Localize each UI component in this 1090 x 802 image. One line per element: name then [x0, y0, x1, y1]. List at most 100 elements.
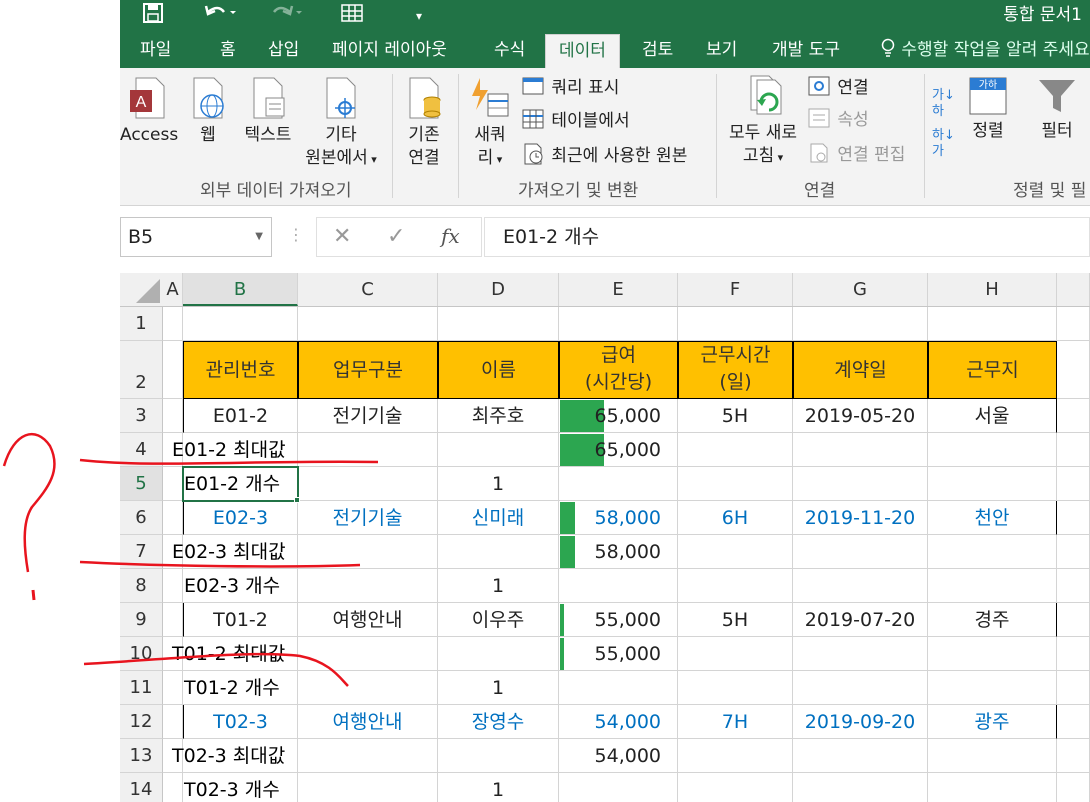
drag-handle-icon[interactable]: ⋮ — [288, 225, 304, 244]
grid-cell[interactable] — [438, 637, 559, 671]
tab-page-layout[interactable]: 페이지 레이아웃 — [330, 34, 449, 68]
cell-d9[interactable]: 이우주 — [438, 603, 559, 637]
grid-cell[interactable] — [183, 307, 298, 341]
tab-review[interactable]: 검토 — [640, 34, 675, 68]
cell-b11[interactable]: T01-2 개수 — [183, 671, 280, 705]
column-header-i[interactable] — [1057, 273, 1090, 306]
grid-cell[interactable] — [793, 569, 928, 603]
cell-f12[interactable]: 7H — [678, 705, 793, 739]
undo-icon[interactable] — [204, 2, 238, 32]
existing-connections-button[interactable]: 기존 연결 — [398, 76, 450, 170]
grid-cell[interactable] — [1057, 535, 1090, 569]
column-header-d[interactable]: D — [438, 273, 559, 306]
column-header-g[interactable]: G — [793, 273, 928, 306]
cell-g6[interactable]: 2019-11-20 — [793, 501, 928, 535]
grid-cell[interactable] — [559, 307, 678, 341]
cell-d8[interactable]: 1 — [438, 569, 559, 603]
grid-cell[interactable] — [163, 569, 183, 603]
show-queries-button[interactable]: 쿼리 표시 — [522, 76, 619, 100]
access-button[interactable]: A Access — [120, 76, 178, 147]
cell-b9[interactable]: T01-2 — [183, 603, 298, 637]
cancel-icon[interactable]: ✕ — [333, 224, 351, 249]
web-button[interactable]: 웹 — [186, 76, 230, 147]
grid-cell[interactable] — [678, 433, 793, 467]
fill-handle[interactable] — [294, 497, 300, 503]
column-header-a[interactable]: A — [163, 273, 183, 306]
column-header-b[interactable]: B — [183, 273, 298, 306]
grid-cell[interactable] — [678, 637, 793, 671]
grid-cell[interactable] — [928, 535, 1057, 569]
grid-cell[interactable] — [678, 307, 793, 341]
grid-cell[interactable] — [678, 569, 793, 603]
enter-check-icon[interactable]: ✓ — [387, 224, 405, 249]
row-header-7[interactable]: 7 — [120, 535, 163, 569]
grid-cell[interactable] — [438, 307, 559, 341]
grid-cell[interactable] — [298, 671, 438, 705]
grid-cell[interactable] — [928, 637, 1057, 671]
grid-cell[interactable] — [1057, 603, 1090, 637]
grid-cell[interactable] — [163, 501, 183, 535]
tab-insert[interactable]: 삽입 — [266, 34, 301, 68]
grid-cell[interactable] — [163, 705, 183, 739]
table-icon[interactable] — [340, 2, 364, 32]
grid-cell[interactable] — [793, 637, 928, 671]
row-header-2[interactable]: 2 — [120, 341, 163, 399]
redo-icon[interactable] — [270, 2, 304, 32]
row-header-8[interactable]: 8 — [120, 569, 163, 603]
cell-f3[interactable]: 5H — [678, 399, 793, 433]
grid-cell[interactable] — [298, 307, 438, 341]
column-header-c[interactable]: C — [298, 273, 438, 306]
cell-d6[interactable]: 신미래 — [438, 501, 559, 535]
grid-cell[interactable] — [298, 569, 438, 603]
tab-view[interactable]: 보기 — [704, 34, 739, 68]
cell-a10[interactable]: T01-2 최대값 — [172, 637, 285, 671]
grid-cell[interactable] — [1057, 467, 1090, 501]
row-header-3[interactable]: 3 — [120, 399, 163, 433]
grid-cell[interactable] — [678, 535, 793, 569]
grid-cell[interactable] — [1057, 671, 1090, 705]
cell-a13[interactable]: T02-3 최대값 — [172, 739, 285, 773]
formula-input[interactable]: E01-2 개수 — [484, 217, 1090, 257]
cell-b14[interactable]: T02-3 개수 — [183, 773, 280, 802]
cell-e7[interactable]: 58,000 — [559, 535, 678, 569]
header-cell-d2[interactable]: 이름 — [438, 341, 559, 399]
grid-cell[interactable] — [438, 433, 559, 467]
cell-c12[interactable]: 여행안내 — [298, 705, 438, 739]
header-cell-g2[interactable]: 계약일 — [793, 341, 928, 399]
cell-c9[interactable]: 여행안내 — [298, 603, 438, 637]
filter-button[interactable]: 필터 — [1032, 76, 1082, 143]
cell-d5[interactable]: 1 — [438, 467, 559, 501]
row-header-14[interactable]: 14 — [120, 773, 163, 802]
grid-cell[interactable] — [298, 739, 438, 773]
header-cell-b2[interactable]: 관리번호 — [183, 341, 298, 399]
cell-g3[interactable]: 2019-05-20 — [793, 399, 928, 433]
column-header-e[interactable]: E — [559, 273, 678, 306]
grid-cell[interactable] — [163, 399, 183, 433]
grid-cell[interactable] — [1057, 705, 1090, 739]
cell-d12[interactable]: 장영수 — [438, 705, 559, 739]
grid-cell[interactable] — [298, 467, 438, 501]
column-header-f[interactable]: F — [678, 273, 793, 306]
header-cell-c2[interactable]: 업무구분 — [298, 341, 438, 399]
new-query-button[interactable]: 새쿼 리 ▾ — [464, 76, 516, 171]
tell-me-search[interactable]: 수행할 작업을 알려 주세요 — [878, 34, 1090, 68]
from-table-button[interactable]: 테이블에서 — [522, 108, 630, 133]
row-header-12[interactable]: 12 — [120, 705, 163, 739]
cell-e12[interactable]: 54,000 — [559, 705, 678, 739]
grid-cell[interactable] — [559, 569, 678, 603]
grid-cell[interactable] — [163, 603, 183, 637]
grid-cell[interactable] — [1057, 399, 1090, 433]
grid-cell[interactable] — [438, 739, 559, 773]
connections-button[interactable]: 연결 — [808, 76, 869, 100]
grid-cell[interactable] — [163, 671, 183, 705]
grid-cell[interactable] — [793, 773, 928, 802]
grid-cell[interactable] — [559, 671, 678, 705]
grid-cell[interactable] — [928, 569, 1057, 603]
grid-cell[interactable] — [928, 739, 1057, 773]
grid-cell[interactable] — [678, 773, 793, 802]
cell-d14[interactable]: 1 — [438, 773, 559, 802]
cell-g9[interactable]: 2019-07-20 — [793, 603, 928, 637]
grid-cell[interactable] — [928, 307, 1057, 341]
grid-cell[interactable] — [928, 467, 1057, 501]
grid-cell[interactable] — [298, 535, 438, 569]
